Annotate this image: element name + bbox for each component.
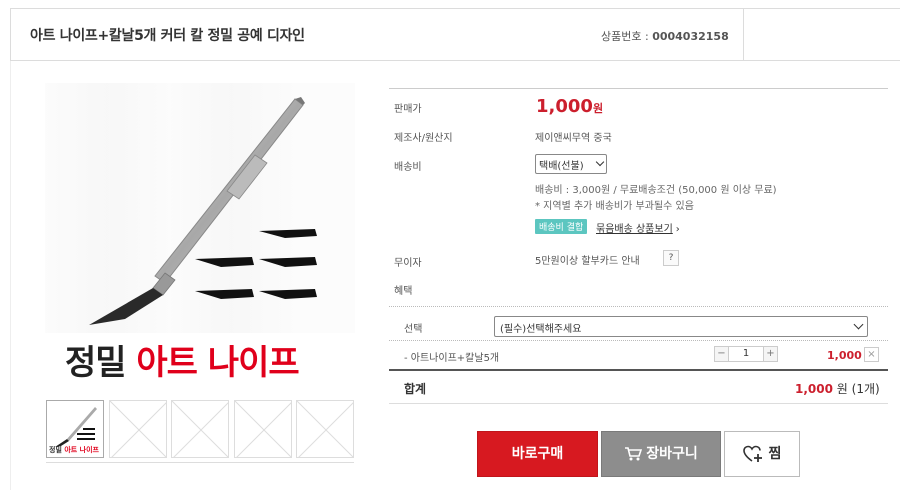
shipping-combine-badge: 배송비 결합 <box>535 219 588 234</box>
placeholder-image-icon <box>110 401 166 457</box>
help-icon[interactable]: ? <box>663 250 679 266</box>
price-value: 1,000원 <box>536 96 603 117</box>
thumbnail-2[interactable] <box>109 400 167 458</box>
thumbnail-1[interactable]: 정밀 아트 나이프 <box>46 400 104 458</box>
left-border <box>10 61 11 490</box>
placeholder-image-icon <box>297 401 353 457</box>
cart-icon <box>625 447 643 461</box>
option-select-value: (필수)선택해주세요 <box>500 324 582 335</box>
shipping-fee-note: 배송비 : 3,000원 / 무료배송조건 (50,000 원 이상 무료) <box>535 185 777 196</box>
buy-now-button[interactable]: 바로구매 <box>477 431 598 477</box>
product-number-value: 0004032158 <box>652 30 729 43</box>
bundle-shipping-link[interactable]: 묶음배송 상품보기 › <box>596 220 680 235</box>
shipping-method-select[interactable]: 택배(선불) <box>535 154 607 174</box>
quantity-input[interactable]: 1 <box>729 346 763 362</box>
option-top-divider <box>389 306 888 307</box>
maker-label: 제조사/원산지 <box>394 133 453 144</box>
total-divider <box>389 369 888 371</box>
quantity-decrease-button[interactable]: − <box>714 346 729 362</box>
thumbnail-caption-red: 아트 나이프 <box>64 446 99 454</box>
thumbnail-divider <box>46 462 354 463</box>
price-number: 1,000 <box>536 96 593 117</box>
chevron-down-icon <box>853 319 864 330</box>
wishlist-button[interactable]: 찜 <box>724 431 800 477</box>
shipping-label: 배송비 <box>394 162 422 173</box>
total-count: (1개) <box>851 382 880 396</box>
shipping-region-note: * 지역별 추가 배송비가 부과될수 있음 <box>535 201 694 212</box>
total-unit: 원 <box>836 382 848 396</box>
image-caption: 정밀 아트 나이프 <box>65 335 300 384</box>
main-product-image[interactable]: 정밀 아트 나이프 <box>45 83 355 395</box>
spare-blades <box>195 229 317 299</box>
image-caption-black: 정밀 <box>65 343 127 383</box>
thumbnail-4[interactable] <box>234 400 292 458</box>
image-caption-red: 아트 나이프 <box>136 343 299 383</box>
knife-illustration <box>89 97 317 325</box>
option-select[interactable]: (필수)선택해주세요 <box>494 316 868 337</box>
total-value: 1,000 원 (1개) <box>795 380 880 397</box>
shipping-method-value: 택배(선불) <box>539 161 584 172</box>
option-label: 선택 <box>404 324 423 335</box>
add-to-cart-button[interactable]: 장바구니 <box>601 431 721 477</box>
remove-option-button[interactable]: × <box>864 347 879 362</box>
wishlist-label: 찜 <box>768 446 782 462</box>
placeholder-image-icon <box>172 401 228 457</box>
product-header: 아트 나이프+칼날5개 커터 칼 정밀 공예 디자인 상품번호 : 000403… <box>10 8 900 61</box>
heart-plus-icon <box>742 445 762 462</box>
option-item-price: 1,000 <box>827 349 862 362</box>
price-label: 판매가 <box>394 104 422 115</box>
info-top-divider <box>389 88 888 89</box>
product-number: 상품번호 : 0004032158 <box>601 28 729 44</box>
thumbnail-5[interactable] <box>296 400 354 458</box>
add-to-cart-label: 장바구니 <box>646 446 698 462</box>
total-bottom-divider <box>389 403 888 404</box>
chevron-right-icon: › <box>675 224 680 235</box>
installment-label: 무이자 <box>394 258 422 269</box>
total-amount: 1,000 <box>795 382 833 396</box>
option-item-divider <box>389 340 888 341</box>
chevron-down-icon <box>595 157 605 167</box>
header-divider <box>743 9 744 60</box>
thumbnail-3[interactable] <box>171 400 229 458</box>
installment-value: 5만원이상 할부카드 안내 <box>535 256 640 267</box>
price-unit: 원 <box>592 102 604 115</box>
quantity-increase-button[interactable]: + <box>763 346 778 362</box>
option-item-name: - 아트나이프+칼날5개 <box>404 353 500 364</box>
benefit-label: 혜택 <box>394 286 413 297</box>
thumbnail-caption: 정밀 아트 나이프 <box>49 445 99 455</box>
bundle-shipping-link-label: 묶음배송 상품보기 <box>596 224 673 235</box>
thumbnail-caption-black: 정밀 <box>49 446 62 454</box>
product-number-label: 상품번호 : <box>601 30 649 43</box>
product-title: 아트 나이프+칼날5개 커터 칼 정밀 공예 디자인 <box>30 28 305 44</box>
maker-value: 제이앤씨무역 중국 <box>535 133 612 144</box>
total-label: 합계 <box>404 382 427 396</box>
placeholder-image-icon <box>235 401 291 457</box>
